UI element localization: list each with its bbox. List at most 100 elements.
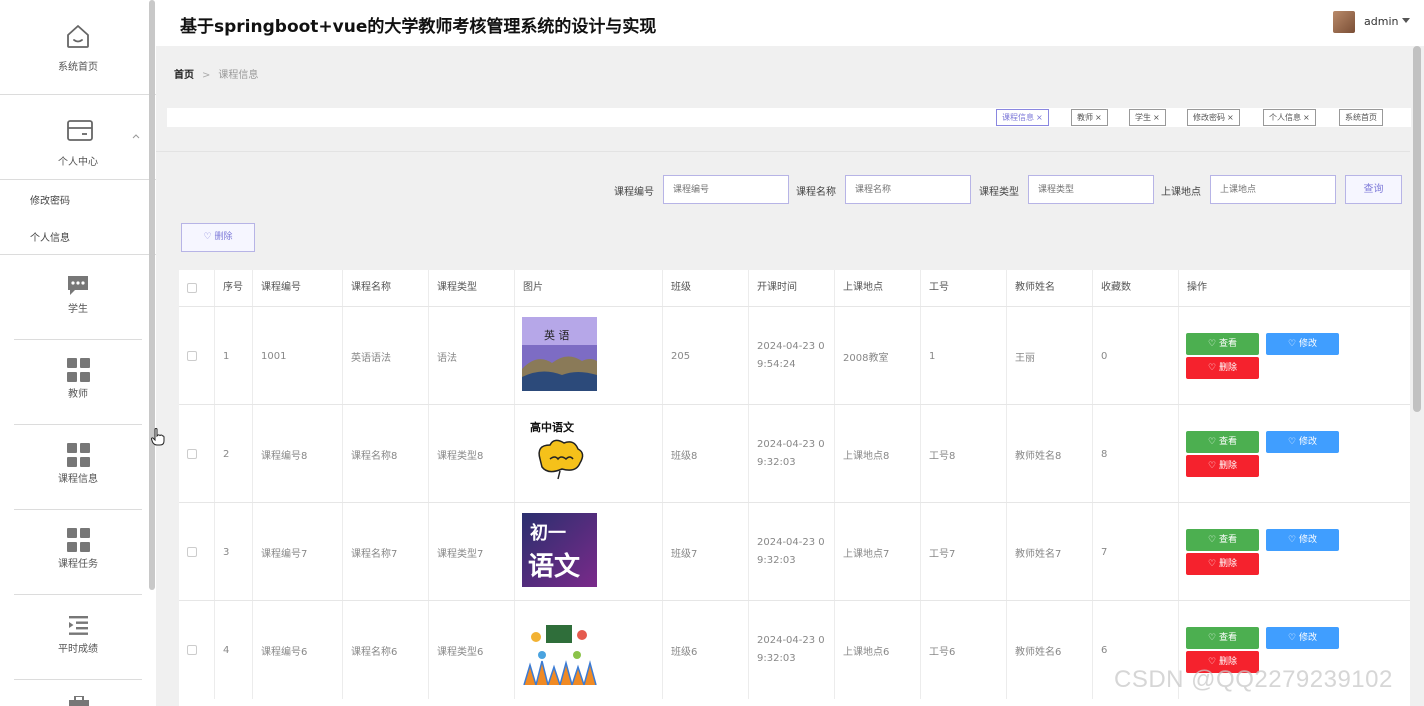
sidebar-subitem-change-password[interactable]: 修改密码	[30, 192, 70, 207]
row-checkbox[interactable]	[187, 449, 197, 459]
watermark: CSDN @QQ2279239102	[1114, 666, 1393, 693]
button-label: 修改	[1298, 437, 1317, 447]
tag-personal-info[interactable]: 个人信息 ×	[1263, 109, 1316, 126]
chevron-up-icon[interactable]	[132, 133, 140, 139]
delete-button[interactable]: ♡ 删除	[1186, 455, 1259, 477]
header-teacher: 教师姓名	[1007, 270, 1093, 306]
header: 基于springboot+vue的大学教师考核管理系统的设计与实现 admin	[156, 0, 1424, 46]
tag-label: 课程信息	[1002, 113, 1034, 122]
heart-icon: ♡	[1208, 461, 1219, 471]
time-line: 2024-04-23 0	[757, 341, 825, 352]
cell-fav: 0	[1093, 307, 1179, 405]
edit-button[interactable]: ♡ 修改	[1266, 333, 1339, 355]
cell-teacher: 教师姓名8	[1007, 405, 1093, 503]
tag-change-password[interactable]: 修改密码 ×	[1187, 109, 1240, 126]
time-line: 9:54:24	[757, 359, 796, 370]
cell-time: 2024-04-23 0 9:32:03	[749, 601, 835, 699]
select-all-checkbox[interactable]	[187, 283, 197, 293]
search-label-name: 课程名称	[796, 187, 836, 198]
cell-code: 课程编号6	[253, 601, 343, 699]
tag-course-info[interactable]: 课程信息 ×	[996, 109, 1049, 126]
row-checkbox[interactable]	[187, 645, 197, 655]
main-scrollbar[interactable]	[1413, 46, 1421, 412]
time-line: 2024-04-23 0	[757, 439, 825, 450]
cell-name: 课程名称6	[343, 601, 429, 699]
header-select-all	[179, 270, 215, 306]
app-title: 基于springboot+vue的大学教师考核管理系统的设计与实现	[180, 17, 657, 37]
sidebar-item-teachers[interactable]: 教师	[0, 340, 156, 424]
sidebar-item-course-info[interactable]: 课程信息	[0, 425, 156, 509]
close-icon[interactable]: ×	[1153, 113, 1160, 122]
cell-actions: ♡ 查看 ♡ 修改 ♡ 删除	[1179, 405, 1410, 503]
search-input-place[interactable]	[1210, 175, 1336, 204]
cell-place: 2008教室	[835, 307, 921, 405]
edit-button[interactable]: ♡ 修改	[1266, 627, 1339, 649]
row-select	[179, 503, 215, 601]
sidebar-item-scores[interactable]: 平时成绩	[0, 595, 156, 679]
heart-icon: ♡	[1208, 437, 1219, 447]
search-input-name[interactable]	[845, 175, 971, 204]
header-name: 课程名称	[343, 270, 429, 306]
row-checkbox[interactable]	[187, 351, 197, 361]
avatar[interactable]	[1333, 11, 1355, 33]
sidebar-scrollbar[interactable]	[149, 0, 155, 590]
sidebar-item-home[interactable]: 系统首页	[0, 0, 156, 94]
heart-icon: ♡	[1288, 339, 1299, 349]
cell-image: 初一 语文	[515, 503, 663, 601]
search-label-place: 上课地点	[1161, 187, 1201, 198]
svg-text:英 语: 英 语	[544, 328, 570, 342]
search-input-type[interactable]	[1028, 175, 1154, 204]
sidebar: 系统首页 个人中心 修改密码 个人信息 学生 教师 课程信息 课程任务 平时成绩	[0, 0, 156, 706]
delete-button[interactable]: ♡ 删除	[1186, 357, 1259, 379]
caret-down-icon[interactable]	[1402, 18, 1410, 23]
view-button[interactable]: ♡ 查看	[1186, 529, 1259, 551]
grid-icon	[67, 358, 91, 382]
delete-button[interactable]: ♡ 删除	[1186, 553, 1259, 575]
view-button[interactable]: ♡ 查看	[1186, 431, 1259, 453]
edit-button[interactable]: ♡ 修改	[1266, 529, 1339, 551]
time-line: 9:32:03	[757, 457, 796, 468]
cell-code: 1001	[253, 307, 343, 405]
edit-button[interactable]: ♡ 修改	[1266, 431, 1339, 453]
sidebar-item-course-tasks[interactable]: 课程任务	[0, 510, 156, 594]
header-job-no: 工号	[921, 270, 1007, 306]
button-label: 查看	[1218, 437, 1237, 447]
cell-name: 英语语法	[343, 307, 429, 405]
sidebar-item-label: 系统首页	[58, 62, 98, 73]
divider	[0, 179, 156, 180]
tag-students[interactable]: 学生 ×	[1129, 109, 1166, 126]
sidebar-item-students[interactable]: 学生	[0, 255, 156, 339]
button-label: 删除	[1218, 461, 1237, 471]
tag-teachers[interactable]: 教师 ×	[1071, 109, 1108, 126]
briefcase-icon	[69, 696, 89, 706]
table-row: 2 课程编号8 课程名称8 课程类型8 高中语文 班级8 2024-04-23 …	[179, 404, 1410, 503]
home-icon	[67, 25, 89, 48]
close-icon[interactable]: ×	[1036, 113, 1043, 122]
search-button[interactable]: 查询	[1345, 175, 1402, 204]
cell-actions: ♡ 查看 ♡ 修改 ♡ 删除	[1179, 503, 1410, 601]
button-label: 查看	[1218, 535, 1237, 545]
cell-type: 课程类型8	[429, 405, 515, 503]
header-type: 课程类型	[429, 270, 515, 306]
view-button[interactable]: ♡ 查看	[1186, 627, 1259, 649]
close-icon[interactable]: ×	[1095, 113, 1102, 122]
close-icon[interactable]: ×	[1303, 113, 1310, 122]
sidebar-item-personal-center[interactable]: 个人中心	[0, 95, 156, 179]
search-input-code[interactable]	[663, 175, 789, 204]
image-caption: 语文	[528, 551, 581, 582]
sidebar-subitem-personal-info[interactable]: 个人信息	[30, 229, 70, 244]
cell-image: 英 语	[515, 307, 663, 405]
delete-selected-button[interactable]: ♡ 删除	[181, 223, 255, 252]
row-checkbox[interactable]	[187, 547, 197, 557]
user-name[interactable]: admin	[1364, 15, 1398, 28]
close-icon[interactable]: ×	[1227, 113, 1234, 122]
button-label: 查看	[1218, 633, 1237, 643]
tag-home[interactable]: 系统首页	[1339, 109, 1383, 126]
tag-label: 修改密码	[1193, 113, 1225, 122]
row-select	[179, 601, 215, 699]
cell-no: 1	[215, 307, 253, 405]
cell-code: 课程编号7	[253, 503, 343, 601]
breadcrumb-home[interactable]: 首页	[174, 70, 194, 81]
button-label: 查看	[1218, 339, 1237, 349]
view-button[interactable]: ♡ 查看	[1186, 333, 1259, 355]
